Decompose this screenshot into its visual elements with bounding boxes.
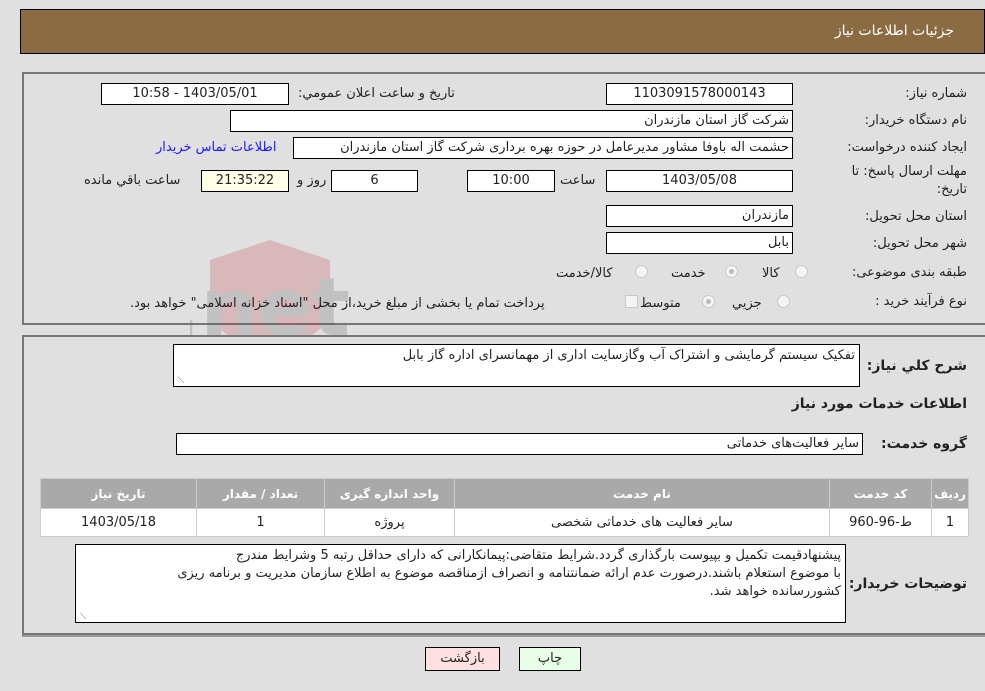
resize-handle-icon[interactable]: ⟋ [176,377,184,386]
print-button[interactable]: چاپ [519,647,581,671]
purchase-option-medium: متوسط [640,296,681,311]
cell-service-code: ط-96-960 [829,508,932,537]
purchase-radio-minor[interactable] [777,295,790,308]
col-header-service-code: کد خدمت [829,478,932,509]
treasury-note: پرداخت تمام يا بخشی از مبلغ خريد،از محل … [130,296,545,311]
requester-label: ايجاد کننده درخواست: [847,140,967,155]
description-text: تفکيک سيستم گرمايشی و اشتراک آب وگازسايت… [402,348,855,363]
deadline-label-line2: تاريخ: [936,182,967,197]
cell-need-date: 1403/05/18 [40,508,197,537]
buyer-org-label: نام دستگاه خريدار: [864,113,967,128]
announce-datetime-field[interactable]: 1403/05/01 - 10:58 [101,83,289,105]
category-option-goods-service: کالا/خدمت [556,266,613,281]
cell-unit: پروژه [324,508,455,537]
buyer-notes-line-1: پيشنهادقيمت تکميل و بپيوست بارگذاری گردد… [235,548,841,563]
description-label: شرح کلي نياز: [866,358,967,374]
category-option-goods: کالا [762,266,780,281]
footer-divider [22,635,985,637]
deadline-time-label: ساعت [560,173,596,188]
col-header-unit: واحد اندازه گيری [324,478,455,509]
buyer-notes-line-3: کشوررسانده خواهد شد. [709,584,841,599]
province-field[interactable]: مازندران [606,205,793,227]
col-header-need-date: تاريخ نياز [40,478,197,509]
category-radio-goods-service[interactable] [635,265,648,278]
city-field[interactable]: بابل [606,232,793,254]
services-section-title: اطلاعات خدمات مورد نياز [791,396,967,412]
table-row: 1 ط-96-960 ساير فعاليت های خدماتی شخصی پ… [40,508,969,537]
category-label: طبقه بندی موضوعی: [851,265,967,280]
category-option-service: خدمت [671,266,706,281]
days-remaining-field[interactable]: 6 [331,170,418,192]
days-label: روز و [297,173,327,188]
page-header: جزئيات اطلاعات نياز [20,9,985,54]
cell-row-number: 1 [931,508,969,537]
category-radio-goods[interactable] [795,265,808,278]
purchase-type-label: نوع فرآيند خريد : [875,294,967,309]
description-textarea[interactable]: تفکيک سيستم گرمايشی و اشتراک آب وگازسايت… [173,344,860,387]
time-remaining-field: 21:35:22 [201,170,289,192]
buyer-notes-label: توضيحات خريدار: [848,576,967,592]
cell-service-name: ساير فعاليت های خدماتی شخصی [454,508,830,537]
service-group-label: گروه خدمت: [881,436,967,452]
category-radio-service[interactable] [725,265,738,278]
buyer-notes-line-2: با موضوع استعلام باشند.درصورت عدم ارائه … [177,566,841,581]
purchase-radio-medium[interactable] [702,295,715,308]
buyer-notes-textarea[interactable]: پيشنهادقيمت تکميل و بپيوست بارگذاری گردد… [75,544,846,623]
back-button[interactable]: بازگشت [425,647,500,671]
requester-field[interactable]: حشمت اله باوفا مشاور مديرعامل در حوزه به… [293,137,793,159]
col-header-row-number: رديف [931,478,969,509]
col-header-service-name: نام خدمت [454,478,830,509]
services-table: رديف کد خدمت نام خدمت واحد اندازه گيری ت… [40,478,969,537]
col-header-quantity: تعداد / مقدار [196,478,325,509]
cell-quantity: 1 [196,508,325,537]
buyer-contact-link[interactable]: اطلاعات تماس خريدار [156,140,276,155]
table-header-row: رديف کد خدمت نام خدمت واحد اندازه گيری ت… [40,478,969,509]
need-number-field[interactable]: 1103091578000143 [606,83,793,105]
deadline-date-field[interactable]: 1403/05/08 [606,170,793,192]
need-number-label: شماره نياز: [905,86,967,101]
treasury-checkbox[interactable] [625,295,638,308]
purchase-option-minor: جزيي [732,296,762,311]
buyer-org-field[interactable]: شرکت گاز استان مازندران [230,110,793,132]
time-remaining-label: ساعت باقي مانده [84,173,181,188]
city-label: شهر محل تحويل: [872,236,967,251]
announce-datetime-label: تاريخ و ساعت اعلان عمومي: [298,86,455,101]
province-label: استان محل تحويل: [865,209,967,224]
deadline-time-field[interactable]: 10:00 [467,170,555,192]
service-group-field[interactable]: ساير فعاليت‌های خدماتی [176,433,863,455]
deadline-label: مهلت ارسال پاسخ: تا [851,164,967,179]
resize-handle-icon[interactable]: ⟋ [78,613,86,622]
page-title: جزئيات اطلاعات نياز [834,23,954,39]
